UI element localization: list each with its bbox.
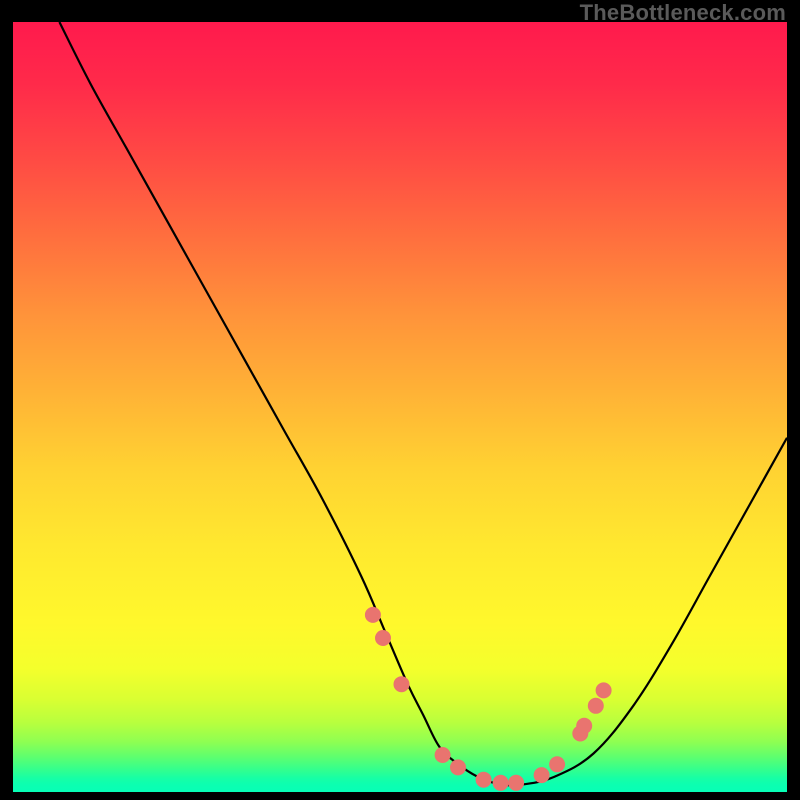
bottleneck-curve (59, 22, 787, 785)
chart-frame (13, 22, 787, 792)
data-dot (577, 718, 592, 733)
data-dot (534, 768, 549, 783)
data-dot (376, 631, 391, 646)
data-dot (588, 698, 603, 713)
data-dot (451, 760, 466, 775)
data-dot (365, 607, 380, 622)
data-dot (550, 757, 565, 772)
data-dots-group (365, 607, 611, 790)
data-dot (596, 683, 611, 698)
chart-plot (13, 22, 787, 792)
data-dot (509, 775, 524, 790)
data-dot (394, 677, 409, 692)
data-dot (435, 748, 450, 763)
data-dot (476, 772, 491, 787)
data-dot (493, 775, 508, 790)
